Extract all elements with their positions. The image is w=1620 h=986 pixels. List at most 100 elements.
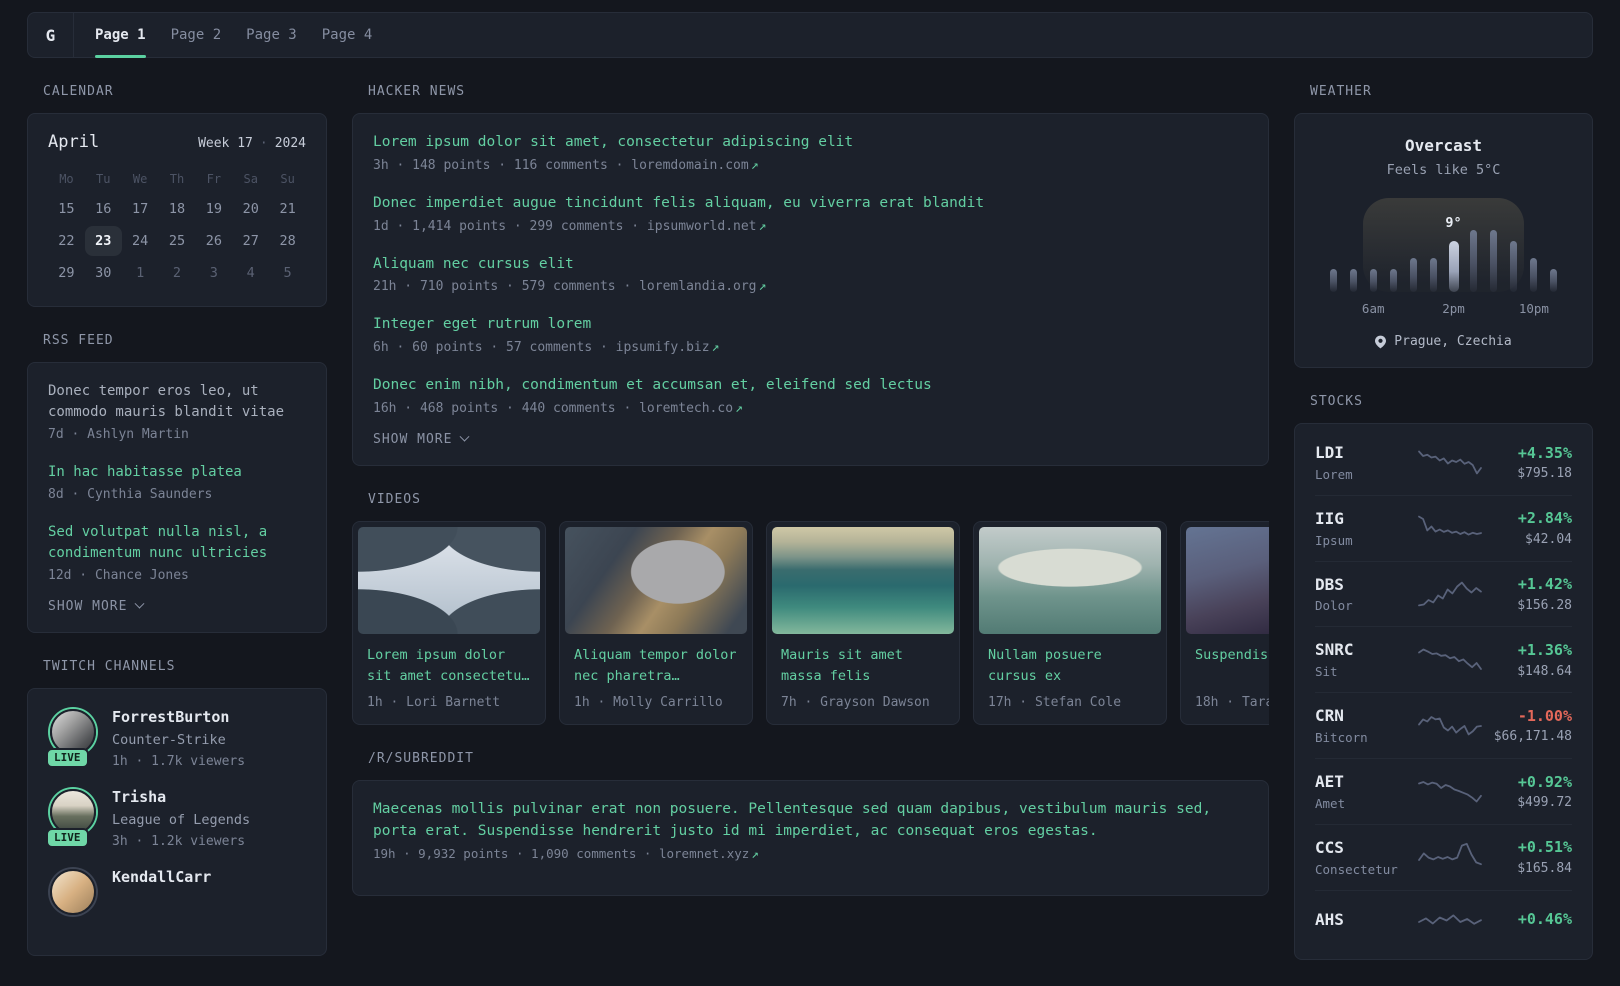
subreddit-card: Maecenas mollis pulvinar erat non posuer… [352,779,1269,897]
rss-item-title[interactable]: In hac habitasse platea [48,462,306,483]
hackernews-card: Lorem ipsum dolor sit amet, consectetur … [352,113,1269,466]
hn-item: Integer eget rutrum lorem 6h · 60 points… [373,314,1248,355]
stock-name: Ipsum [1315,532,1353,548]
video-thumbnail [565,526,747,634]
video-title: Lorem ipsum dolor sit amet consectetu… [367,646,530,684]
calendar-month: April [48,132,100,152]
stock-values: +1.42% $156.28 [1491,575,1572,613]
video-card[interactable]: Mauris sit amet massa felis 7h · Grayson… [766,520,960,725]
calendar-day: 3 [209,265,218,281]
external-link-icon: ↗ [751,846,759,862]
twitch-widget: TWITCH CHANNELS LIVE ForrestBurton Count… [27,659,327,956]
hn-item-title[interactable]: Integer eget rutrum lorem [373,314,1248,336]
weather-condition: Overcast [1404,136,1483,155]
video-thumbnail [1186,526,1269,634]
channel-info: KendallCarr [112,867,211,919]
twitch-channel[interactable]: LIVE Trisha League of Legends 3h · 1.2k … [46,787,306,849]
show-more-label: SHOW MORE [373,431,453,447]
weather-current-temp: 9° [1445,215,1462,231]
hn-item-title[interactable]: Donec imperdiet augue tincidunt felis al… [373,193,1248,215]
stock-ticker: CCS [1315,837,1344,857]
weather-bar [1369,269,1377,292]
calendar-weekday: Tu [96,172,111,186]
page-tab[interactable]: Page 1 [95,13,146,58]
stock-values: +0.92% $499.72 [1491,773,1572,811]
hn-item-meta: 3h · 148 points · 116 comments · loremdo… [373,158,1248,173]
hn-item-title[interactable]: Donec enim nibh, condimentum et accumsan… [373,375,1248,397]
stock-name: Dolor [1315,598,1353,614]
channel-viewers: 3h · 1.2k viewers [112,833,246,849]
weather-bar-current [1448,241,1459,292]
channel-category: League of Legends [112,811,251,828]
video-body: Lorem ipsum dolor sit amet consectetu… 1… [358,634,540,719]
stock-price: $165.84 [1517,860,1572,876]
calendar-header: CALENDAR [43,84,114,99]
hn-item: Aliquam nec cursus elit 21h · 710 points… [373,254,1248,295]
stock-row: AHS +0.46% [1315,889,1572,953]
stock-price: $148.64 [1517,663,1572,679]
calendar-day: 18 [168,201,186,217]
page-tab[interactable]: Page 4 [322,13,373,57]
external-link-icon: ↗ [735,400,743,416]
video-card[interactable]: Lorem ipsum dolor sit amet consectetu… 1… [352,520,546,725]
rss-item-title[interactable]: Donec tempor eros leo, ut commodo mauris… [48,381,306,423]
live-badge: LIVE [46,748,89,768]
chevron-down-icon [460,431,470,442]
show-more-button[interactable]: SHOW MORE [373,431,470,447]
subreddit-post-meta: 19h · 9,932 points · 1,090 comments · lo… [373,846,1248,861]
weather-bar [1530,258,1538,292]
video-meta: 7h · Grayson Dawson [781,694,930,710]
weather-bar-slot [1363,198,1383,292]
video-meta: 1h · Molly Carrillo [574,694,723,710]
hn-item-meta-text: 3h · 148 points · 116 comments · loremdo… [373,157,749,173]
hn-item-meta-text: 1d · 1,414 points · 299 comments · ipsum… [373,218,757,234]
video-meta: 1h · Lori Barnett [367,694,501,710]
twitch-channel[interactable]: LIVE ForrestBurton Counter-Strike 1h · 1… [46,707,306,769]
external-link-icon: ↗ [750,157,759,173]
subreddit-post-meta-text: 19h · 9,932 points · 1,090 comments · lo… [373,846,750,862]
stock-name: Lorem [1315,466,1353,482]
stock-price: $795.18 [1517,466,1572,482]
twitch-card: LIVE ForrestBurton Counter-Strike 1h · 1… [27,688,327,956]
video-meta: 17h · Stefan Cole [988,694,1122,710]
video-title: Mauris sit amet massa felis [781,646,903,684]
page-tab[interactable]: Page 3 [246,13,297,57]
hackernews-widget: HACKER NEWS Lorem ipsum dolor sit amet, … [352,84,1269,466]
show-more-button[interactable]: SHOW MORE [48,598,145,614]
twitch-channel[interactable]: LIVE KendallCarr [48,867,306,919]
video-card[interactable]: Nullam posuere cursus ex 17h · Stefan Co… [973,520,1167,725]
stock-row: AET Amet +0.92% $499.72 [1315,757,1572,824]
calendar-weekday: Th [169,172,185,186]
stock-sparkline [1418,515,1482,536]
weather-bar [1470,230,1478,292]
stock-change: -1.00% [1517,706,1572,725]
video-meta: 18h · Tara [1195,694,1269,710]
hn-item: Lorem ipsum dolor sit amet, consectetur … [373,132,1248,173]
video-body: Mauris sit amet massa felis 7h · Grayson… [772,634,954,719]
video-card[interactable]: Suspendisse diam 18h · Tara [1180,520,1269,725]
stock-sparkline [1418,648,1482,670]
calendar-day: 16 [95,201,112,217]
page-tab[interactable]: Page 2 [171,13,222,57]
weather-feels-like: Feels like 5°C [1386,162,1501,178]
videos-widget: VIDEOS Lorem ipsum dolor sit amet consec… [352,492,1269,725]
hn-item-meta-text: 21h · 710 points · 579 comments · loreml… [373,279,757,295]
stock-name: Amet [1315,795,1346,811]
hn-item-title[interactable]: Aliquam nec cursus elit [373,254,1248,276]
subreddit-post-title[interactable]: Maecenas mollis pulvinar erat non posuer… [373,799,1248,843]
hackernews-header: HACKER NEWS [368,84,466,99]
hn-item-title[interactable]: Lorem ipsum dolor sit amet, consectetur … [373,132,1248,154]
stock-price: $42.04 [1525,531,1572,547]
stock-row: DBS Dolor +1.42% $156.28 [1315,560,1572,627]
stock-price: $156.28 [1517,597,1572,613]
avatar: LIVE [46,787,98,848]
rss-item-title[interactable]: Sed volutpat nulla nisl, a condimentum n… [48,522,306,564]
video-card[interactable]: Aliquam tempor dolor nec pharetra… 1h · … [559,520,753,725]
weather-bars [1323,198,1564,292]
twitch-header: TWITCH CHANNELS [43,659,176,674]
stocks-card: LDI Lorem +4.35% $795.18 IIG Ipsum +2.84… [1294,423,1593,960]
calendar-day: 28 [279,233,296,249]
stock-values: +1.36% $148.64 [1491,641,1572,679]
app-logo[interactable]: G [28,13,74,57]
rss-widget: RSS FEED Donec tempor eros leo, ut commo… [27,333,327,633]
